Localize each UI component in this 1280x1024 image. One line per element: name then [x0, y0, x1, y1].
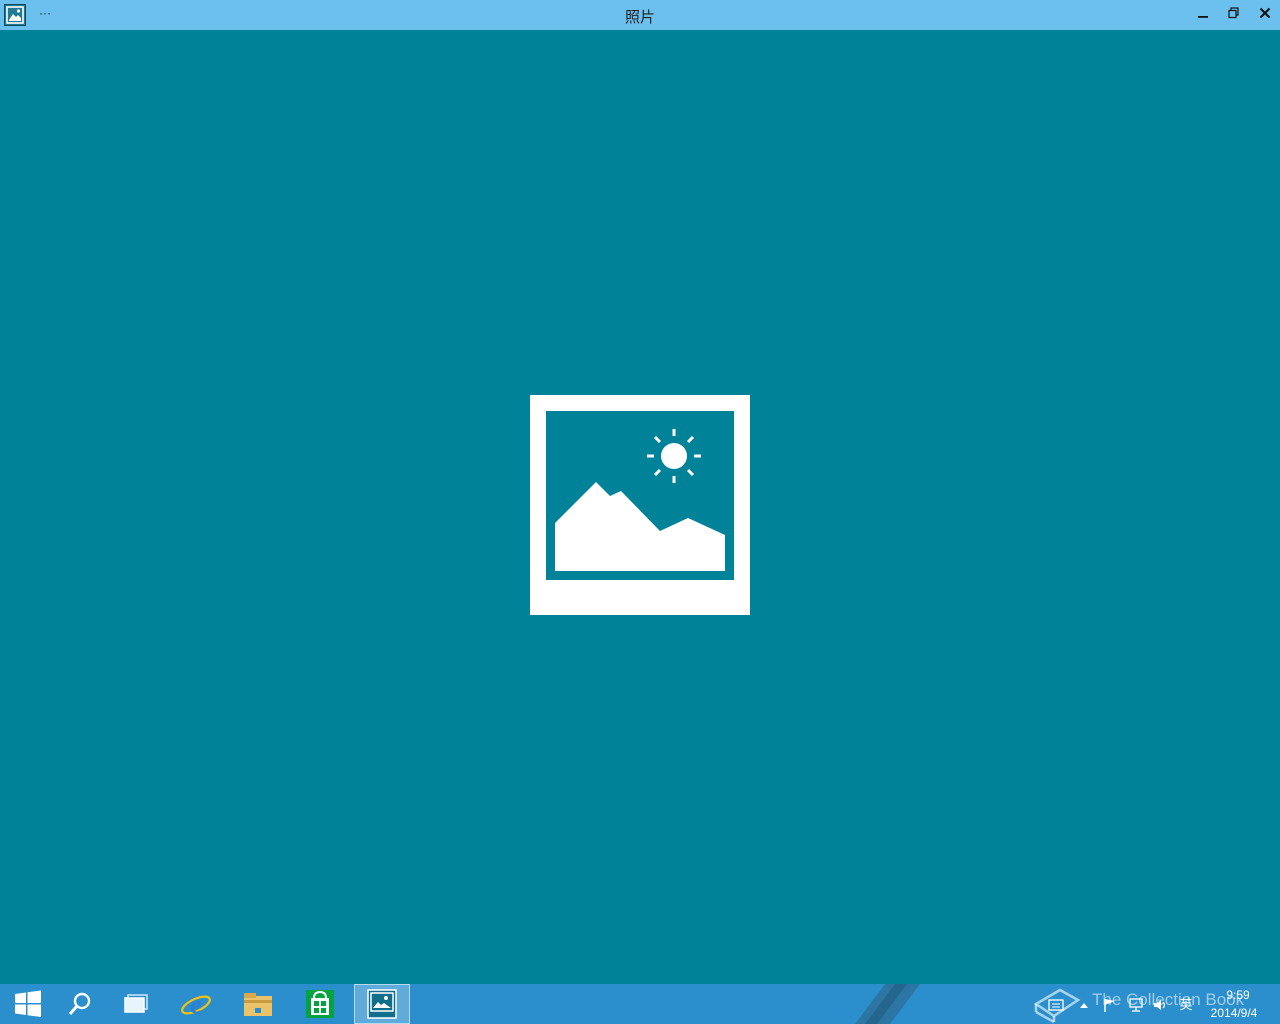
store-icon — [306, 990, 334, 1018]
taskbar-item-internet-explorer[interactable]: e — [168, 984, 224, 1024]
search-button[interactable] — [52, 984, 108, 1024]
window-title: 照片 — [624, 9, 655, 26]
photo-placeholder-icon — [530, 395, 750, 615]
action-center-icon[interactable] — [1048, 998, 1064, 1012]
photos-icon — [367, 989, 397, 1019]
close-button[interactable] — [1254, 4, 1276, 26]
task-view-icon — [124, 994, 148, 1013]
minimize-button[interactable] — [1192, 4, 1214, 26]
clock-date[interactable]: 2014/9/4 — [1200, 1006, 1268, 1020]
restore-icon — [1228, 7, 1239, 19]
ie-icon: e — [181, 990, 211, 1019]
taskbar-item-store[interactable] — [292, 984, 348, 1024]
taskbar-item-photos[interactable] — [354, 984, 410, 1024]
close-icon — [1259, 7, 1271, 19]
show-hidden-icons-icon[interactable] — [1076, 998, 1092, 1012]
flag-icon[interactable] — [1102, 998, 1118, 1012]
search-icon — [68, 992, 91, 1015]
title-bar: ··· 照片 — [0, 0, 1280, 30]
windows-logo-icon — [15, 990, 41, 1017]
ime-indicator[interactable]: 英 — [1178, 998, 1194, 1012]
restore-button[interactable] — [1223, 4, 1245, 26]
taskbar: e The Collection Book 英 9:59 2014/9/4 — [0, 984, 1280, 1024]
start-button[interactable] — [0, 984, 56, 1024]
taskbar-decoration — [855, 984, 920, 1024]
svg-text:e: e — [190, 990, 202, 1019]
photos-app-icon — [4, 4, 26, 26]
network-icon[interactable] — [1128, 998, 1144, 1012]
task-view-button[interactable] — [108, 984, 164, 1024]
more-options-button[interactable]: ··· — [38, 5, 52, 21]
minimize-icon — [1198, 16, 1208, 18]
clock-time[interactable]: 9:59 — [1208, 988, 1268, 1002]
folder-icon — [244, 993, 272, 1016]
volume-icon[interactable] — [1152, 998, 1168, 1012]
taskbar-item-file-explorer[interactable] — [230, 984, 286, 1024]
